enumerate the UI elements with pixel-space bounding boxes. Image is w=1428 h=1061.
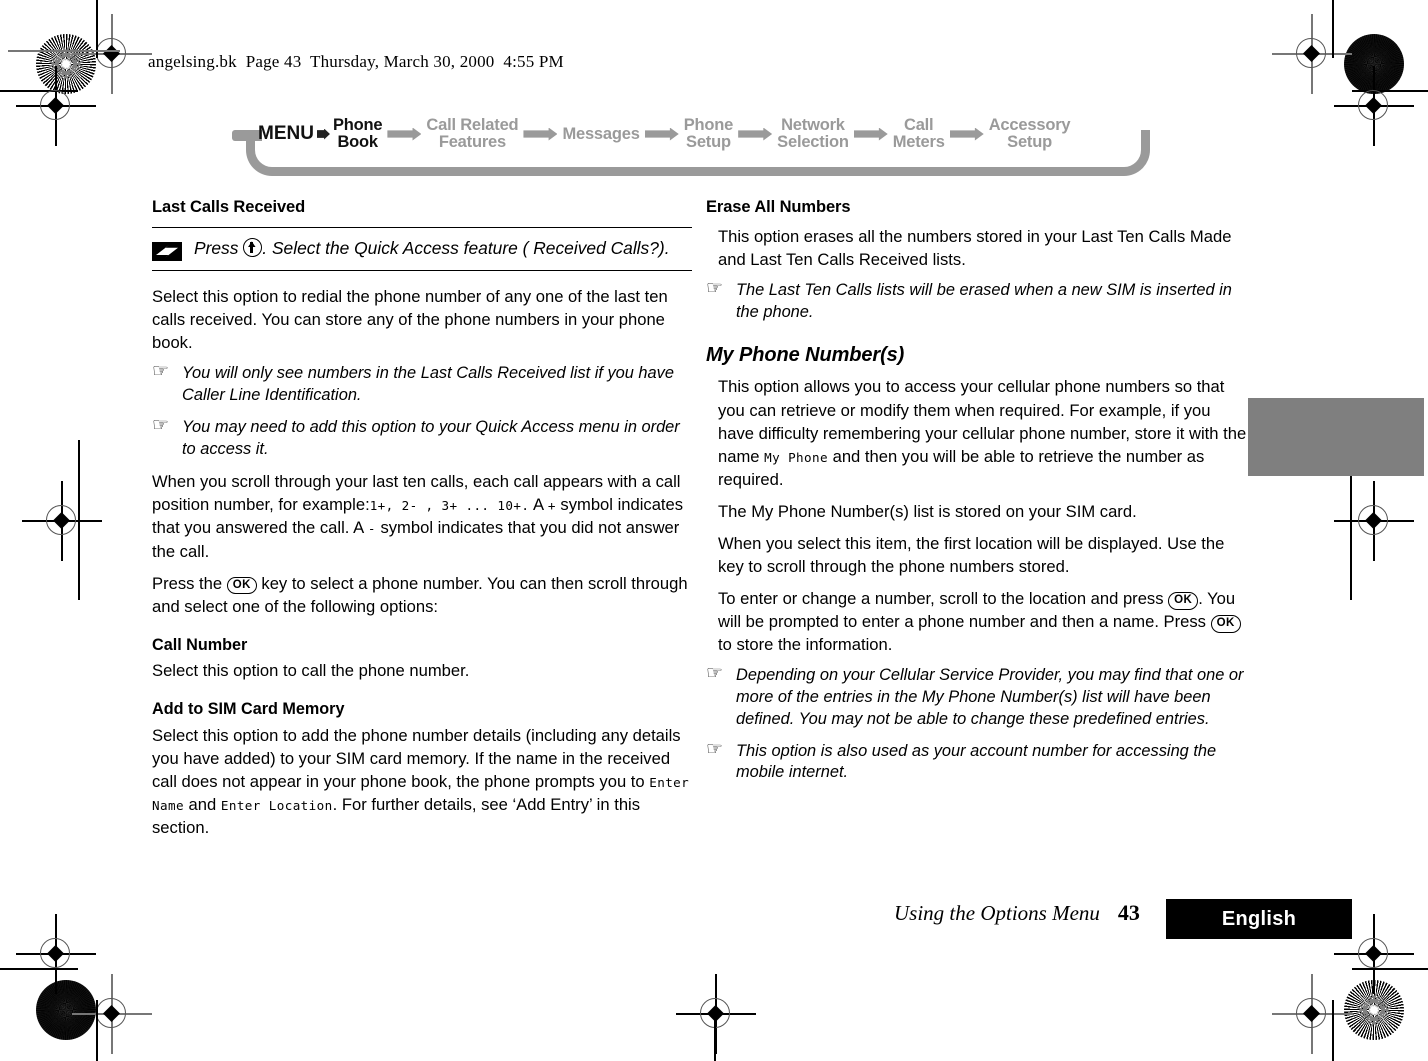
paragraph-stored-on-sim: The My Phone Number(s) list is stored on… [718,501,1137,521]
lcd-minus-symbol: - [367,521,376,537]
crosshair-mark-left-middle [22,481,102,561]
crosshair-mark-bottom-left-inner [16,914,96,994]
para-segment: When you select this item, the first loc… [718,533,1229,553]
paragraph-add-to-sim-card-memory: Select this option to add the phone numb… [152,724,692,839]
nav-root-menu[interactable]: MENU [258,124,314,144]
trim-line-left-middle [78,440,80,600]
note-caller-line-identification: ☞ You will only see numbers in the Last … [152,361,692,407]
heading-add-to-sim-card-memory: Add to SIM Card Memory [152,700,345,719]
nav-item-messages[interactable]: Messages [562,125,639,143]
tip-text-before: Press [194,237,244,258]
arrow-right-icon-4 [738,127,773,141]
trim-line-top-right-vertical [1332,0,1334,58]
page-number: 43 [1117,900,1140,925]
lightning-bolt-icon [152,241,182,261]
arrow-right-icon-1 [387,127,422,141]
trim-line-bottom-middle [714,1010,716,1061]
crosshair-mark-bottom-right [1272,974,1352,1054]
paragraph-redial-intro: Select this option to redial the phone n… [152,286,668,353]
paragraph-erase-all-numbers: This option erases all the numbers store… [718,226,1232,269]
arrow-right-icon-2 [523,127,558,141]
crosshair-mark-top-right [1272,14,1352,94]
crosshair-mark-top-left-inner [16,66,96,146]
lcd-plus-symbol: + [547,498,556,514]
right-column: Erase All Numbers This option erases all… [706,196,1248,794]
arrow-right-icon-6 [949,127,984,141]
para-segment: and [183,795,221,815]
crosshair-mark-top-left [72,14,152,94]
crosshair-mark-bottom-right-inner [1334,914,1414,994]
heading-erase-all-numbers: Erase All Numbers [706,198,851,216]
para-segment: key to scroll through the phone numbers … [718,556,1070,576]
note-account-number-internet: ☞ This option is also used as your accou… [706,738,1248,785]
paragraph-my-phone-numbers-intro: This option allows you to access your ce… [718,375,1248,490]
note-text: You may need to add this option to your … [182,417,680,458]
paragraph-press-ok-key: Press the OK key to select a phone numbe… [152,572,692,618]
footer-section-title: Using the Options Menu [894,900,1100,925]
crosshair-mark-bottom-left [72,974,152,1054]
paragraph-call-number: Select this option to call the phone num… [152,661,470,681]
menu-breadcrumb-nav: MENU Phone Book Call Related Features Me… [232,108,1164,176]
chapter-thumb-tab [1248,398,1424,476]
ok-key-icon: OK [226,576,257,595]
quick-access-tip-box: Press . Select the Quick Access feature … [152,226,692,271]
up-arrow-key-icon [243,237,263,257]
paragraph-scroll-key: When you select this item, the first loc… [718,532,1248,578]
note-text: Depending on your Cellular Service Provi… [736,666,1244,728]
nav-item-accessory-setup[interactable]: Accessory Setup [989,117,1071,151]
ok-key-icon: OK [1168,591,1199,610]
crosshair-mark-bottom-middle [676,974,756,1054]
paragraph-call-position-number: When you scroll through your last ten ca… [152,470,692,562]
nav-item-phone-book[interactable]: Phone Book [333,117,383,151]
chevron-right-icon-root [316,128,330,140]
lcd-call-positions: 1+, 2- , 3+ ... 10+. [369,498,530,514]
pointing-hand-icon: ☞ [706,663,723,685]
arrow-right-icon-3 [644,127,679,141]
note-text: This option is also used as your account… [736,741,1217,782]
note-text: The Last Ten Calls lists will be erased … [736,281,1232,321]
tip-text-after: . Select the Quick Access feature ( Rece… [262,237,670,258]
note-last-ten-calls-erased: ☞ The Last Ten Calls lists will be erase… [706,278,1248,324]
crosshair-mark-top-right-inner [1334,66,1414,146]
pointing-hand-icon: ☞ [152,361,169,383]
paragraph-enter-or-change-number: To enter or change a number, scroll to t… [718,587,1248,656]
heading-my-phone-numbers: My Phone Number(s) [706,343,905,366]
trim-line-bottom-left-vertical [96,1000,98,1061]
trim-line-bottom-right-vertical [1332,1000,1334,1061]
note-predefined-entries: ☞ Depending on your Cellular Service Pro… [706,663,1248,730]
nav-item-phone-setup[interactable]: Phone Setup [684,117,734,151]
ok-key-icon: OK [1210,615,1241,633]
lcd-enter-location: Enter Location [220,798,333,814]
nav-item-network-selection[interactable]: Network Selection [777,117,849,151]
heading-last-calls-received: Last Calls Received [152,198,306,216]
para-segment: A [529,495,548,515]
slug-rule [8,50,120,52]
pointing-hand-icon: ☞ [706,738,723,760]
heading-call-number: Call Number [152,635,248,654]
note-text: You will only see numbers in the Last Ca… [182,364,674,404]
quick-access-tip-text: Press . Select the Quick Access feature … [194,237,670,260]
file-slug-line: angelsing.bk Page 43 Thursday, March 30,… [148,52,564,71]
nav-item-call-meters[interactable]: Call Meters [893,117,945,151]
left-column: Last Calls Received Press . Select the Q… [152,196,692,848]
arrow-right-icon-5 [853,127,888,141]
lcd-my-phone: My Phone [764,449,828,465]
para-segment: Select this option to add the phone numb… [152,725,681,791]
language-tab: English [1166,899,1352,939]
para-segment: To enter or change a number, scroll to t… [718,588,1169,608]
para-segment: to store the information. [718,635,893,655]
para-segment: Press the [152,573,227,593]
crosshair-mark-right-middle [1334,481,1414,561]
pointing-hand-icon: ☞ [706,278,723,300]
note-quick-access-menu: ☞ You may need to add this option to you… [152,414,692,461]
pointing-hand-icon: ☞ [152,414,169,436]
nav-item-call-related-features[interactable]: Call Related Features [426,117,518,151]
